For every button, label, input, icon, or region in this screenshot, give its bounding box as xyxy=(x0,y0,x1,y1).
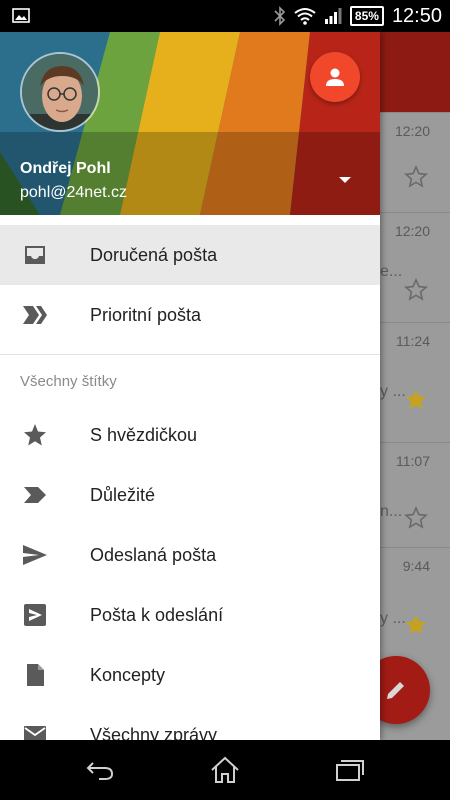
star-outline-icon[interactable] xyxy=(404,506,428,530)
star-filled-icon[interactable] xyxy=(404,613,428,637)
account-header[interactable]: Ondřej Pohl pohl@24net.cz xyxy=(0,32,380,215)
mail-icon xyxy=(22,723,48,740)
list-item[interactable]: 11:07 n... xyxy=(380,442,450,563)
recent-apps-icon xyxy=(336,760,364,781)
wifi-icon xyxy=(294,8,316,25)
drawer-item-drafts[interactable]: Koncepty xyxy=(0,645,380,705)
battery-icon: 85% xyxy=(349,6,384,26)
signal-icon xyxy=(324,8,342,24)
inbox-icon xyxy=(22,243,48,267)
app-window: 12:20 12:20 e... 11:24 y ... 11:07 n... … xyxy=(0,32,450,740)
avatar[interactable] xyxy=(20,52,100,132)
drawer-menu: Doručená pošta Prioritní pošta Všechny š… xyxy=(0,225,380,740)
star-outline-icon[interactable] xyxy=(404,165,428,189)
pencil-icon xyxy=(387,682,404,699)
priority-icon xyxy=(22,303,48,327)
account-name: Ondřej Pohl xyxy=(20,160,111,177)
image-icon xyxy=(12,8,30,23)
send-icon xyxy=(22,543,48,567)
recent-apps-button[interactable] xyxy=(335,755,365,785)
home-button[interactable] xyxy=(210,755,240,785)
star-outline-icon[interactable] xyxy=(404,278,428,302)
important-icon xyxy=(22,483,48,507)
drawer-item-sent[interactable]: Odeslaná pošta xyxy=(0,525,380,585)
drawer-item-inbox[interactable]: Doručená pošta xyxy=(0,225,380,285)
system-navigation-bar xyxy=(0,740,450,800)
drawer-item-priority[interactable]: Prioritní pošta xyxy=(0,285,380,345)
switch-account-button[interactable] xyxy=(310,52,360,102)
drawer-item-all-mail[interactable]: Všechny zprávy xyxy=(0,705,380,740)
back-button[interactable] xyxy=(85,755,115,785)
drawer-item-important[interactable]: Důležité xyxy=(0,465,380,525)
star-icon xyxy=(22,423,48,447)
clock: 12:50 xyxy=(391,4,442,27)
list-item[interactable]: 11:24 y ... xyxy=(380,322,450,443)
list-item[interactable]: 12:20 e... xyxy=(380,212,450,333)
outbox-icon xyxy=(22,603,48,627)
bluetooth-icon xyxy=(274,6,286,26)
star-filled-icon[interactable] xyxy=(404,388,428,412)
list-item[interactable]: 9:44 y ... xyxy=(380,547,450,668)
account-email: pohl@24net.cz xyxy=(20,184,127,201)
draft-icon xyxy=(22,663,48,687)
drawer-item-starred[interactable]: S hvězdičkou xyxy=(0,405,380,465)
section-header: Všechny štítky xyxy=(20,373,117,390)
person-icon xyxy=(326,68,344,86)
navigation-drawer: Ondřej Pohl pohl@24net.cz Doručená pošta… xyxy=(0,32,380,740)
home-icon xyxy=(211,756,239,783)
dropdown-arrow-icon[interactable] xyxy=(338,175,352,185)
back-icon xyxy=(86,762,114,780)
status-bar: 85% 12:50 xyxy=(0,0,450,32)
drawer-item-outbox[interactable]: Pošta k odeslání xyxy=(0,585,380,645)
